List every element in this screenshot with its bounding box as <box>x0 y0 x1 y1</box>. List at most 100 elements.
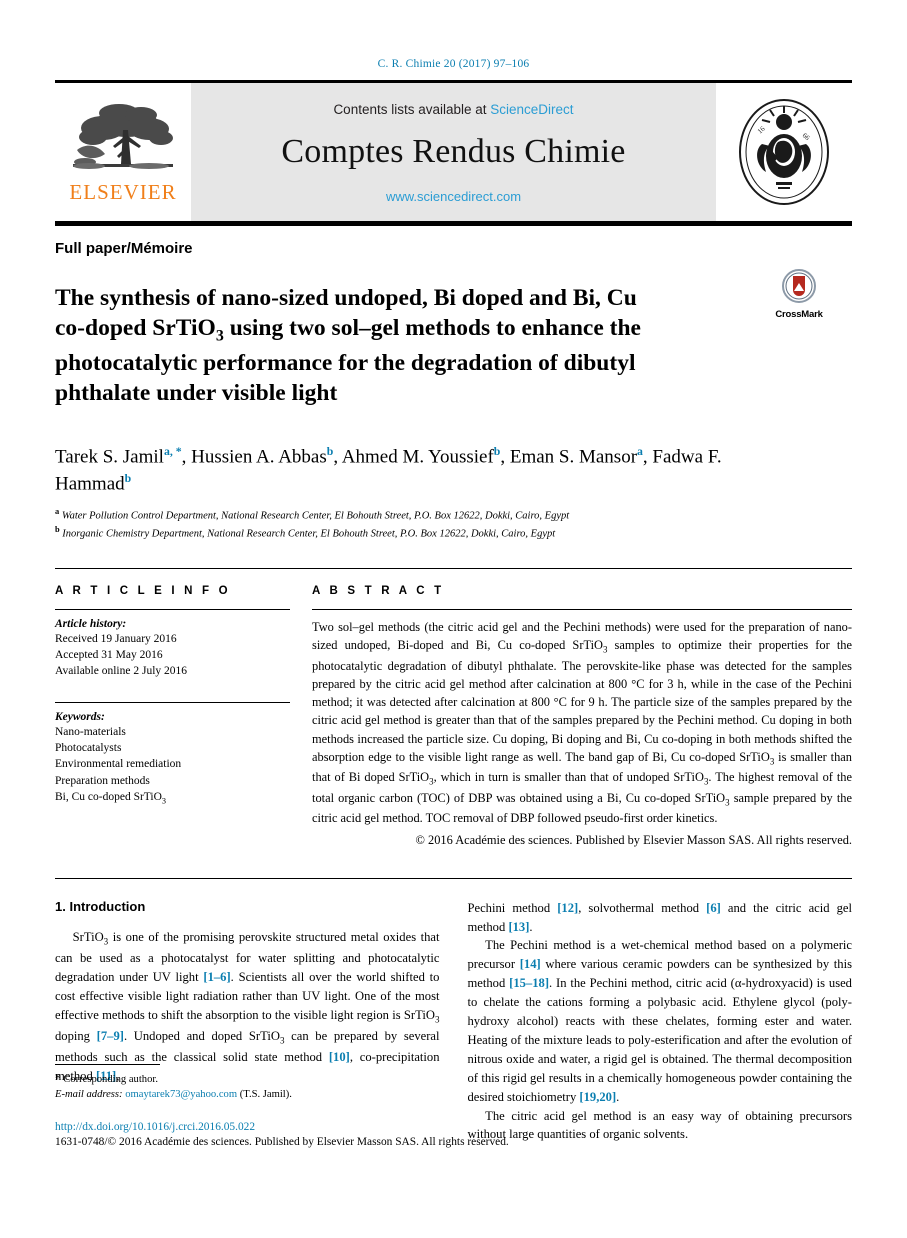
contents-prefix: Contents lists available at <box>333 102 491 117</box>
text-run: . <box>616 1089 620 1104</box>
citation-link[interactable]: [1–6] <box>203 970 230 984</box>
title-line-4: phthalate under visible light <box>55 380 338 407</box>
svg-text:16: 16 <box>756 125 767 136</box>
masthead-banner: Contents lists available at ScienceDirec… <box>191 83 716 221</box>
keyword-item: Photocatalysts <box>55 742 122 755</box>
issn-copyright-line: 1631-0748/© 2016 Académie des sciences. … <box>55 1136 509 1149</box>
affiliation-marker: b <box>55 525 60 535</box>
footnote-marker: * <box>55 1073 61 1085</box>
affiliation-item: a Water Pollution Control Department, Na… <box>55 506 852 524</box>
affiliation-marker: a <box>55 507 60 517</box>
corresponding-author-footnote: * Corresponding author. E-mail address: … <box>55 1064 445 1103</box>
author-affiliation-marker: b <box>124 472 132 486</box>
text-run: SrTiO <box>72 929 104 944</box>
info-abstract-section: A R T I C L E I N F O Article history: R… <box>55 567 852 848</box>
crossmark-badge[interactable]: CrossMark <box>763 269 835 320</box>
svg-text:66: 66 <box>801 131 812 142</box>
citation-link[interactable]: [12] <box>557 901 578 915</box>
author-affiliation-marker: a, * <box>163 444 182 458</box>
citation-link[interactable]: [7–9] <box>97 1029 124 1043</box>
page-footer: http://dx.doi.org/10.1016/j.crci.2016.05… <box>55 1120 855 1151</box>
author-affiliation-marker: b <box>493 444 501 458</box>
author-list: Tarek S. Jamila, *, Hussien A. Abbasb, A… <box>55 444 722 495</box>
contents-available-line: Contents lists available at ScienceDirec… <box>333 102 573 117</box>
email-line: E-mail address: omaytarek73@yahoo.com (T… <box>55 1087 445 1102</box>
abstract-part: , which in turn is smaller than that of … <box>433 770 704 785</box>
corresponding-author-text: Corresponding author. <box>63 1074 158 1085</box>
keywords-label: Keywords: <box>55 710 105 723</box>
page-title: The synthesis of nano-sized undoped, Bi … <box>55 283 755 409</box>
crossmark-badge-icon <box>782 269 816 307</box>
article-history-received: Received 19 January 2016 <box>55 632 177 645</box>
article-body: 1. Introduction SrTiO3 is one of the pro… <box>55 899 852 1145</box>
text-run: . Undoped and doped SrTiO <box>123 1028 280 1043</box>
running-head: C. R. Chimie 20 (2017) 97–106 <box>377 58 530 70</box>
citation-link[interactable]: [10] <box>329 1050 350 1064</box>
keyword-item: Environmental remediation <box>55 758 182 771</box>
journal-article-page: C. R. Chimie 20 (2017) 97–106 ELSEVIER C… <box>0 0 907 1238</box>
affiliation-list: a Water Pollution Control Department, Na… <box>55 506 852 541</box>
section-heading-introduction: 1. Introduction <box>55 898 146 914</box>
title-line-1: The synthesis of nano-sized undoped, Bi … <box>55 284 637 311</box>
title-line-2b: using two sol–gel methods to enhance the <box>223 315 641 342</box>
keyword-text: Bi, Cu co-doped SrTiO <box>55 791 162 804</box>
text-run: . In the Pechini method, citric acid (α-… <box>467 976 853 1104</box>
article-info-column: A R T I C L E I N F O Article history: R… <box>55 585 290 848</box>
affiliation-text: Water Pollution Control Department, Nati… <box>61 510 570 522</box>
article-history-online: Available online 2 July 2016 <box>55 665 188 678</box>
divider <box>55 1064 160 1065</box>
text-run: , solvothermal method <box>578 900 707 915</box>
citation-link[interactable]: [15–18] <box>509 976 549 990</box>
author-name: Hussien A. Abbas <box>191 445 327 467</box>
title-line-3: photocatalytic performance for the degra… <box>55 349 636 376</box>
academie-des-sciences-seal-icon: 16 66 <box>732 94 836 210</box>
email-label: E-mail address: <box>55 1089 123 1101</box>
title-line-2a: co-doped SrTiO <box>55 315 216 342</box>
divider <box>55 701 290 703</box>
abstract-copyright: © 2016 Académie des sciences. Published … <box>415 832 852 847</box>
body-paragraph: Pechini method [12], solvothermal method… <box>468 899 853 937</box>
citation-link[interactable]: [6] <box>706 901 721 915</box>
keyword-item: Preparation methods <box>55 774 150 787</box>
author-affiliation-marker: b <box>326 444 334 458</box>
corresponding-author-line: * Corresponding author. <box>55 1071 445 1087</box>
abstract-heading: A B S T R A C T <box>312 584 445 597</box>
body-column-left: 1. Introduction SrTiO3 is one of the pro… <box>55 899 440 1145</box>
society-seal-block: 16 66 <box>716 83 852 221</box>
affiliation-text: Inorganic Chemistry Department, National… <box>62 528 556 540</box>
author-name: Eman S. Mansor <box>509 445 638 467</box>
author-name: Ahmed M. Youssief <box>341 445 494 467</box>
email-link[interactable]: omaytarek73@yahoo.com <box>125 1089 237 1100</box>
body-paragraph: The Pechini method is a wet-chemical met… <box>468 936 853 1106</box>
body-paragraph: SrTiO3 is one of the promising perovskit… <box>55 928 440 1086</box>
citation-link[interactable]: [13] <box>508 920 529 934</box>
abstract-column: A B S T R A C T Two sol–gel methods (the… <box>312 585 852 848</box>
journal-title: Comptes Rendus Chimie <box>281 133 626 170</box>
abstract-body: Two sol–gel methods (the citric acid gel… <box>312 618 852 828</box>
keyword-item: Bi, Cu co-doped SrTiO3 <box>55 789 290 807</box>
elsevier-tree-icon <box>69 102 177 180</box>
citation-link[interactable]: [14] <box>520 957 541 971</box>
article-info-heading: A R T I C L E I N F O <box>55 584 231 597</box>
abstract-part: samples to optimize their properties for… <box>312 637 852 764</box>
affiliation-item: b Inorganic Chemistry Department, Nation… <box>55 524 852 542</box>
sciencedirect-link[interactable]: ScienceDirect <box>490 102 573 117</box>
divider <box>312 608 852 610</box>
doi-link[interactable]: http://dx.doi.org/10.1016/j.crci.2016.05… <box>55 1120 855 1135</box>
text-run: Pechini method <box>467 900 558 915</box>
crossmark-label: CrossMark <box>775 309 823 320</box>
author-affiliation-marker: a <box>637 444 643 458</box>
text-run: . <box>529 919 533 934</box>
elsevier-wordmark: ELSEVIER <box>69 179 177 204</box>
email-owner: (T.S. Jamil). <box>239 1089 292 1101</box>
sciencedirect-url[interactable]: www.sciencedirect.com <box>386 189 521 204</box>
subscript: 3 <box>434 1014 440 1025</box>
article-type-label: Full paper/Mémoire <box>55 240 193 257</box>
publisher-logo-block: ELSEVIER <box>55 83 191 221</box>
keyword-item: Nano-materials <box>55 725 126 738</box>
body-column-right: Pechini method [12], solvothermal method… <box>468 899 853 1145</box>
divider <box>55 608 290 610</box>
citation-link[interactable]: [19,20] <box>579 1090 616 1104</box>
title-subscript: 3 <box>215 327 224 345</box>
